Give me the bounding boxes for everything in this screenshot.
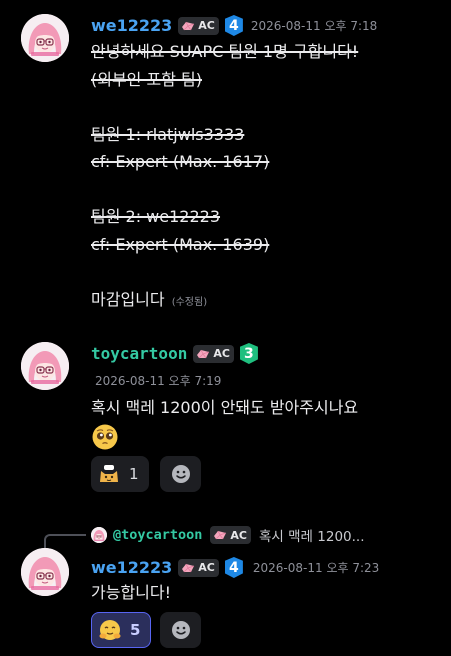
pleading-face-emoji <box>91 423 119 451</box>
reply-preview: 혹시 맥레 1200... <box>259 529 365 545</box>
pink-gem-icon <box>181 563 195 573</box>
add-reaction-icon <box>171 620 191 640</box>
message-content: 가능합니다! <box>91 583 172 602</box>
reply-reference[interactable]: @toycartoon AC 혹시 맥레 1200... <box>91 525 365 545</box>
message-line: 안녕하세요 SUAPC 팀원 1명 구합니다! <box>91 42 359 61</box>
user-avatar[interactable] <box>21 548 69 596</box>
timestamp[interactable]: 2026-08-11 오후 7:18 <box>251 17 377 34</box>
username[interactable]: toycartoon <box>91 344 187 363</box>
hug-emoji-icon <box>99 620 121 640</box>
pink-gem-icon <box>181 21 195 31</box>
pink-hair-girl-avatar-icon <box>21 14 69 62</box>
username[interactable]: we12223 <box>91 16 172 36</box>
edited-label: (수정됨) <box>171 296 208 308</box>
message-line: 팀원 2: we12223 <box>91 207 221 226</box>
ac-badge-label: AC <box>198 561 215 574</box>
reaction-count: 5 <box>130 621 141 639</box>
ac-badge-label: AC <box>230 528 247 542</box>
ac-badge: AC <box>178 16 219 35</box>
reaction-cat[interactable]: 1 <box>91 456 149 492</box>
tier-badge: 4 <box>224 15 243 36</box>
cat-emoji-icon <box>100 465 118 482</box>
message-line: 팀원 1: rlatjwls3333 <box>91 124 245 144</box>
pink-hair-girl-avatar-icon <box>21 548 69 596</box>
reaction-count: 1 <box>129 465 139 483</box>
message-line: cf: Expert (Max. 1617) <box>91 152 270 171</box>
reply-username[interactable]: @toycartoon <box>113 527 202 543</box>
user-avatar[interactable] <box>21 14 69 62</box>
reply-connector <box>44 534 86 548</box>
tier-badge: 4 <box>224 557 243 578</box>
reply-avatar <box>91 527 107 543</box>
ac-badge: AC <box>210 526 251 544</box>
message-line: (외부인 포함 팀) <box>91 69 202 89</box>
message-header: we12223 AC 4 2026-08-11 오후 7:18 <box>91 15 377 36</box>
add-reaction-button[interactable] <box>160 612 201 648</box>
user-avatar[interactable] <box>21 342 69 390</box>
pink-gem-icon <box>213 530 227 540</box>
timestamp-line: 2026-08-11 오후 7:19 <box>87 372 221 389</box>
tier-badge: 3 <box>239 343 258 364</box>
message-content: 안녕하세요 SUAPC 팀원 1명 구합니다! (외부인 포함 팀) 팀원 1:… <box>91 38 358 316</box>
timestamp[interactable]: 2026-08-11 오후 7:23 <box>253 559 379 576</box>
reaction-hug[interactable]: 5 <box>91 612 152 648</box>
timestamp[interactable]: 2026-08-11 오후 7:19 <box>95 372 221 389</box>
message-content: 혹시 맥레 1200이 안돼도 받아주시나요 <box>91 398 359 417</box>
message-line: cf: Expert (Max. 1639) <box>91 234 270 254</box>
pink-hair-girl-avatar-icon <box>91 527 107 543</box>
add-reaction-icon <box>171 464 191 484</box>
message-line: 마감입니다 (수정됨) <box>91 286 358 317</box>
ac-badge: AC <box>193 344 234 363</box>
ac-badge-label: AC <box>213 347 230 360</box>
ac-badge: AC <box>178 558 219 577</box>
pink-gem-icon <box>196 349 210 359</box>
closing-text: 마감입니다 <box>91 289 165 309</box>
username[interactable]: we12223 <box>91 558 172 578</box>
message-header: toycartoon AC 3 <box>91 343 258 364</box>
add-reaction-button[interactable] <box>160 456 201 492</box>
message-header: we12223 AC 4 2026-08-11 오후 7:23 <box>91 557 379 578</box>
pink-hair-girl-avatar-icon <box>21 342 69 390</box>
ac-badge-label: AC <box>198 19 215 32</box>
